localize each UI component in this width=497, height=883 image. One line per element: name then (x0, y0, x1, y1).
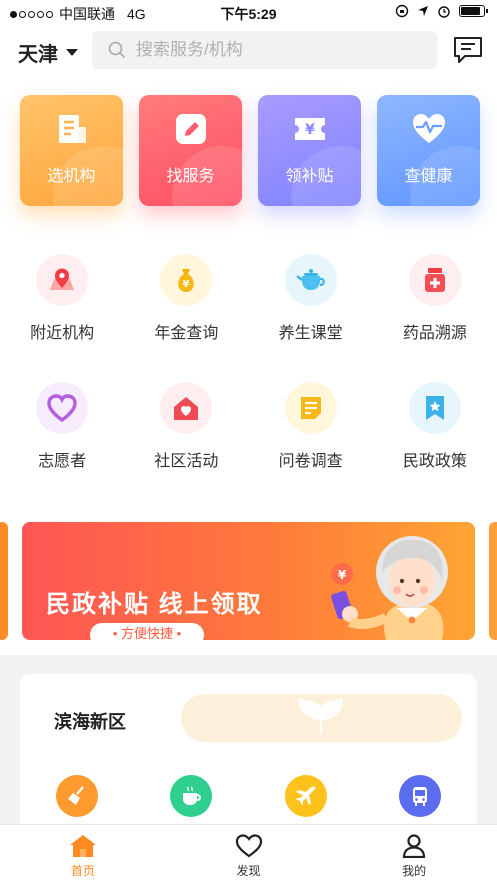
region-name: 滨海新区 (54, 712, 126, 732)
service-label: 民政政策 (402, 453, 467, 470)
region-item[interactable] (249, 775, 363, 817)
banner-prev-peek[interactable] (0, 522, 8, 640)
tab-bar: 首页 发现 我的 (0, 824, 497, 883)
yuan-ticket-icon: ¥ (295, 118, 325, 140)
service-grid: 附近机构 ¥ 年金查询 养生课堂 药品溯源 志愿者 社区活动 问卷调查 民政政策 (0, 254, 497, 510)
banner-title: 民政补贴 线上领取 (46, 591, 263, 618)
card-find-service[interactable]: 找服务 (139, 95, 242, 206)
promo-banner[interactable]: ¥ 民政补贴 线上领取 • 方便快捷 • (22, 522, 475, 640)
service-label: 社区活动 (154, 453, 219, 470)
city-selector[interactable]: 天津 (18, 38, 78, 67)
banner-next-peek[interactable] (489, 522, 497, 640)
region-banner[interactable] (181, 694, 462, 742)
tab-mine[interactable]: 我的 (331, 825, 497, 883)
card-label: 领补贴 (285, 168, 334, 185)
search-icon (108, 41, 126, 59)
broom-icon (68, 786, 85, 805)
chevron-down-icon (66, 49, 78, 56)
card-check-health[interactable]: 查健康 (377, 95, 480, 206)
pencil-icon (176, 114, 206, 144)
questionnaire-icon (300, 397, 321, 419)
region-item[interactable] (363, 775, 477, 817)
service-health-class[interactable]: 养生课堂 (249, 254, 373, 382)
search-bar[interactable] (92, 31, 437, 69)
card-get-subsidy[interactable]: ¥ 领补贴 (258, 95, 361, 206)
location-icon (418, 6, 428, 16)
svg-text:¥: ¥ (183, 279, 190, 290)
teapot-icon (295, 269, 325, 290)
card-label: 找服务 (166, 168, 215, 185)
card-label: 选机构 (47, 168, 96, 185)
message-icon[interactable] (453, 36, 483, 64)
region-items (20, 775, 477, 817)
bookmark-star-icon (425, 396, 444, 420)
grandma-illustration: ¥ (331, 536, 448, 640)
tab-label: 首页 (70, 864, 95, 878)
alarm-icon (438, 6, 450, 18)
banner-tag: • 方便快捷 • (90, 623, 204, 640)
airplane-icon (295, 786, 315, 805)
tab-label: 我的 (402, 864, 427, 878)
status-bar: 中国联通 4G 下午5:29 (0, 0, 497, 26)
user-icon (403, 834, 426, 858)
ginkgo-leaf-icon (299, 698, 343, 734)
svg-text:¥: ¥ (305, 122, 315, 138)
bus-icon (412, 787, 427, 806)
region-card: 滨海新区 (20, 674, 477, 844)
service-label: 志愿者 (38, 453, 87, 470)
service-drug-tracing[interactable]: 药品溯源 (373, 254, 497, 382)
service-questionnaire[interactable]: 问卷调查 (249, 382, 373, 510)
tab-discover[interactable]: 发现 (166, 825, 332, 883)
region-item[interactable] (134, 775, 248, 817)
service-volunteer[interactable]: 志愿者 (0, 382, 124, 510)
feature-cards: 选机构 找服务 ¥ 领补贴 查健康 (20, 95, 480, 206)
region-item[interactable] (20, 775, 134, 817)
service-nearby-institutions[interactable]: 附近机构 (0, 254, 124, 382)
service-label: 养生课堂 (278, 325, 343, 342)
card-label: 查健康 (404, 168, 453, 185)
service-label: 年金查询 (154, 325, 219, 342)
medicine-box-icon (424, 268, 445, 292)
svg-text:¥: ¥ (338, 568, 347, 582)
card-select-institution[interactable]: 选机构 (20, 95, 123, 206)
heartbeat-icon (413, 114, 445, 143)
search-input[interactable] (136, 40, 416, 60)
heart-icon (47, 394, 77, 422)
building-icon (59, 115, 86, 143)
service-label: 附近机构 (30, 325, 95, 342)
coffee-cup-icon (183, 786, 202, 805)
city-label: 天津 (18, 44, 58, 66)
tab-label: 发现 (236, 864, 261, 878)
tab-home[interactable]: 首页 (0, 825, 166, 883)
battery-icon (459, 5, 488, 17)
heart-outline-icon (235, 834, 262, 858)
service-label: 问卷调查 (278, 453, 343, 470)
home-icon (69, 835, 96, 857)
rotation-lock-icon (395, 4, 409, 18)
map-pin-icon (50, 268, 75, 290)
service-annuity-query[interactable]: ¥ 年金查询 (124, 254, 248, 382)
service-civil-policy[interactable]: 民政政策 (373, 382, 497, 510)
money-bag-icon: ¥ (178, 269, 195, 292)
service-label: 药品溯源 (402, 325, 467, 342)
service-community-activity[interactable]: 社区活动 (124, 382, 248, 510)
house-heart-icon (174, 397, 199, 420)
